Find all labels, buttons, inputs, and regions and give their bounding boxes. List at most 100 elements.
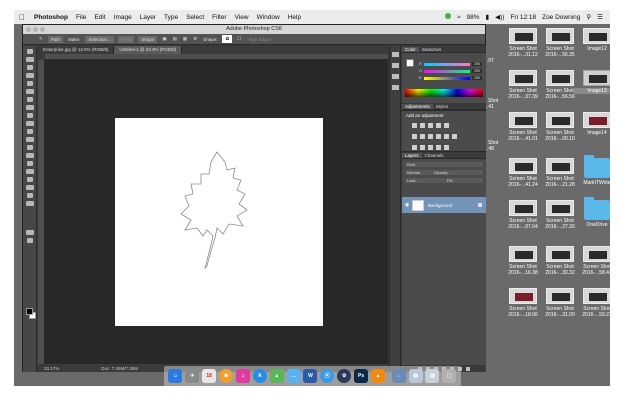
- minimize-window-icon[interactable]: [33, 27, 38, 32]
- exposure-icon[interactable]: [436, 123, 441, 128]
- desktop-icon[interactable]: Image13: [574, 70, 610, 94]
- finder-icon[interactable]: ☺: [168, 369, 183, 383]
- volume-icon[interactable]: ◀)): [492, 13, 507, 21]
- word-icon[interactable]: W: [303, 369, 318, 383]
- blur-tool-icon[interactable]: [27, 145, 33, 150]
- hand-tool-icon[interactable]: [27, 193, 33, 198]
- menu-layer[interactable]: Layer: [136, 14, 160, 21]
- red-slider[interactable]: [424, 63, 470, 66]
- messages-icon[interactable]: …: [286, 369, 301, 383]
- brightness-icon[interactable]: [412, 123, 417, 128]
- vibrance-icon[interactable]: [444, 123, 449, 128]
- clock[interactable]: Fri 12:18: [507, 14, 539, 21]
- clone-stamp-tool-icon[interactable]: [27, 113, 33, 118]
- safari-icon[interactable]: ⦿: [320, 369, 335, 383]
- doc-size[interactable]: Doc: 7.45M/7.35M: [95, 366, 144, 371]
- menu-edit[interactable]: Edit: [90, 14, 109, 21]
- make-mask-button[interactable]: Mask: [117, 35, 135, 43]
- close-window-icon[interactable]: [26, 27, 31, 32]
- battery-icon[interactable]: ▮: [483, 13, 493, 21]
- make-shape-button[interactable]: Shape: [138, 35, 158, 43]
- quick-mask-icon[interactable]: [26, 230, 34, 235]
- foreground-color-swatch[interactable]: [26, 308, 33, 315]
- layer-filter-row[interactable]: Kind: [405, 162, 483, 167]
- steam-icon[interactable]: ⚙: [337, 369, 352, 383]
- eyedropper-tool-icon[interactable]: [26, 89, 34, 94]
- canvas-area[interactable]: [45, 60, 388, 364]
- layer-visibility-eye-icon[interactable]: ◉: [402, 202, 412, 208]
- desktop-icon[interactable]: MarkITWrite: [574, 155, 610, 186]
- selective-color-icon[interactable]: [444, 145, 449, 150]
- gradient-tool-icon[interactable]: [26, 137, 34, 142]
- menu-app-name[interactable]: Photoshop: [30, 14, 72, 21]
- tab-color[interactable]: Color: [402, 46, 419, 52]
- blend-mode-select[interactable]: Normal: [407, 170, 420, 175]
- path-mode-select[interactable]: Path: [47, 35, 64, 43]
- tab-layers[interactable]: Layers: [402, 152, 422, 158]
- menu-view[interactable]: View: [231, 14, 253, 21]
- menu-type[interactable]: Type: [160, 14, 182, 21]
- path-alignment-icon[interactable]: ▤: [170, 36, 180, 42]
- invert-icon[interactable]: [412, 145, 417, 150]
- type-tool-icon[interactable]: [26, 169, 34, 174]
- threshold-icon[interactable]: [428, 145, 433, 150]
- green-value[interactable]: 255: [472, 69, 482, 73]
- gradient-map-icon[interactable]: [436, 145, 441, 150]
- color-spectrum[interactable]: [405, 89, 483, 97]
- black-white-icon[interactable]: [428, 134, 433, 139]
- app-store-icon[interactable]: A: [252, 369, 267, 383]
- calendar-icon[interactable]: 18: [202, 369, 217, 383]
- channel-mixer-icon[interactable]: [444, 134, 449, 139]
- notification-center-icon[interactable]: ☰: [594, 13, 606, 21]
- desktop-icon[interactable]: Screen Shot 2016-...58.42: [574, 246, 610, 276]
- history-panel-icon[interactable]: [391, 52, 399, 57]
- screen-mode-icon[interactable]: [27, 238, 33, 243]
- move-tool-icon[interactable]: [27, 49, 33, 54]
- launchpad-icon[interactable]: ✈: [185, 369, 200, 383]
- zoom-tool-icon[interactable]: [26, 201, 34, 206]
- zoom-level[interactable]: 33.17%: [38, 366, 65, 371]
- crop-tool-icon[interactable]: [27, 81, 33, 86]
- vertical-ruler[interactable]: [38, 60, 45, 364]
- make-selection-button[interactable]: Selection...: [85, 35, 114, 43]
- desktop-icon[interactable]: Image14: [574, 112, 610, 136]
- align-edges-checkbox[interactable]: ☐: [234, 36, 244, 42]
- menu-filter[interactable]: Filter: [208, 14, 230, 21]
- blue-slider[interactable]: [424, 77, 470, 80]
- pen-tool-icon[interactable]: ✎: [23, 36, 46, 42]
- history-brush-tool-icon[interactable]: [26, 121, 34, 126]
- shape-picker-icon[interactable]: ✿: [222, 35, 233, 43]
- path-operations-icon[interactable]: ▣: [159, 36, 169, 42]
- maps-icon[interactable]: ▲: [269, 369, 284, 383]
- desktop-folder-icon[interactable]: ▤: [408, 369, 423, 383]
- battery-level[interactable]: 98%: [464, 14, 483, 21]
- vlc-icon[interactable]: ▲: [370, 369, 385, 383]
- curves-icon[interactable]: [428, 123, 433, 128]
- menu-window[interactable]: Window: [253, 14, 284, 21]
- posterize-icon[interactable]: [420, 145, 425, 150]
- menu-file[interactable]: File: [72, 14, 90, 21]
- properties-panel-icon[interactable]: [391, 63, 399, 68]
- layer-row-background[interactable]: ◉ Background: [402, 197, 486, 213]
- document-canvas[interactable]: [115, 118, 323, 326]
- apple-icon[interactable]: : [14, 13, 30, 22]
- tab-channels[interactable]: Channels: [422, 153, 447, 158]
- brush-tool-icon[interactable]: [26, 105, 34, 110]
- desktop-icon[interactable]: OneDrive: [574, 197, 610, 228]
- path-selection-tool-icon[interactable]: [27, 177, 33, 182]
- hue-saturation-icon[interactable]: [412, 134, 417, 139]
- red-value[interactable]: 255: [472, 62, 482, 66]
- tab-styles[interactable]: Styles: [433, 104, 451, 109]
- photos-icon[interactable]: ❀: [219, 369, 234, 383]
- tab-enterprise[interactable]: Enterprise.jpg @ 12.5% (RGB/8): [38, 46, 115, 54]
- menu-image[interactable]: Image: [110, 14, 136, 21]
- status-green-icon[interactable]: [442, 13, 454, 21]
- spotlight-icon[interactable]: ⚲: [583, 13, 594, 21]
- trash-icon[interactable]: ⬚: [442, 369, 457, 383]
- settings-gear-icon[interactable]: ⚙: [190, 36, 200, 42]
- desktop-icon[interactable]: Image12: [574, 28, 610, 52]
- color-panel-foreground-swatch[interactable]: [406, 59, 414, 67]
- downloads-icon[interactable]: ↓: [391, 369, 406, 383]
- wifi-icon[interactable]: ≈: [454, 14, 464, 21]
- menu-help[interactable]: Help: [284, 14, 305, 21]
